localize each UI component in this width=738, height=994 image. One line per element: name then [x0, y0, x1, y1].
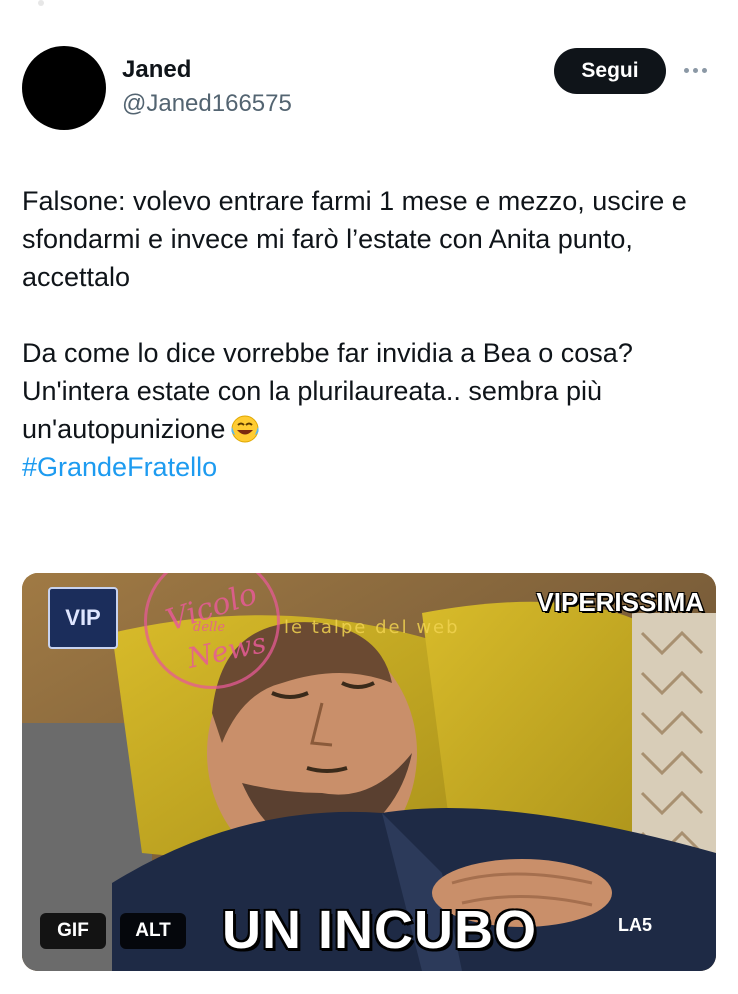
- tweet-paragraph-1: Falsone: volevo entrare farmi 1 mese e m…: [22, 186, 687, 292]
- tweet-paragraph-2: Da come lo dice vorrebbe far invidia a B…: [22, 334, 712, 486]
- top-dot: [38, 0, 44, 6]
- laughing-emoji-icon: [231, 415, 259, 443]
- stamp-line-2: delle: [193, 620, 226, 635]
- tweet-text: Falsone: volevo entrare farmi 1 mese e m…: [22, 182, 712, 486]
- tweet-paragraph-2-text: Da come lo dice vorrebbe far invidia a B…: [22, 338, 633, 444]
- tweet-media-gif[interactable]: VIP VIPERISSIMA le talpe del web Vicolo …: [22, 573, 716, 971]
- more-options-icon[interactable]: [684, 64, 716, 76]
- user-handle[interactable]: @Janed166575: [122, 90, 292, 118]
- channel-tag: VIPERISSIMA: [536, 587, 704, 617]
- avatar[interactable]: [22, 46, 106, 130]
- watermark-text: le talpe del web: [284, 617, 460, 638]
- alt-badge[interactable]: ALT: [120, 913, 186, 949]
- user-display-name[interactable]: Janed: [122, 56, 191, 84]
- follow-button[interactable]: Segui: [554, 48, 666, 94]
- broadcaster-logo: LA5: [618, 915, 653, 935]
- gif-caption: UN INCUBO: [222, 900, 537, 960]
- show-logo: VIP: [48, 587, 118, 649]
- gif-badge[interactable]: GIF: [40, 913, 106, 949]
- hashtag-link[interactable]: #GrandeFratello: [22, 448, 712, 486]
